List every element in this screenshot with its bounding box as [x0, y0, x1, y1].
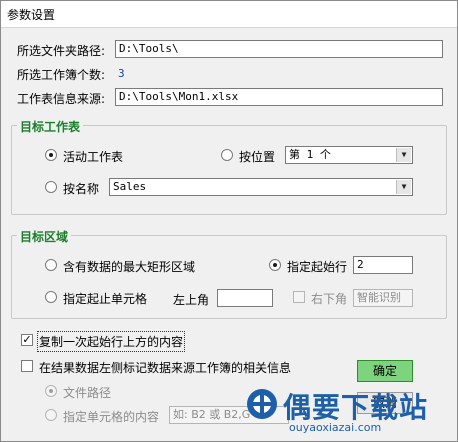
- mark-source-label: 在结果数据左侧标记数据来源工作簿的相关信息: [39, 361, 292, 375]
- cell-content-radio[interactable]: [45, 409, 57, 421]
- cell-content-label: 指定单元格的内容: [63, 410, 160, 424]
- by-position-radio[interactable]: [221, 149, 233, 161]
- position-select-value: 第 1 个: [289, 148, 331, 161]
- watermark-brand: 偶要下载站: [283, 391, 429, 424]
- chevron-down-icon: ▼: [396, 180, 411, 194]
- bottom-right-label: 右下角: [311, 292, 348, 306]
- range-radio[interactable]: [45, 291, 57, 303]
- target-sheet-group: [11, 125, 447, 215]
- copy-above-label: 复制一次起始行上方的内容: [36, 331, 186, 352]
- active-sheet-radio[interactable]: [45, 149, 57, 161]
- title-bar: 参数设置: [1, 1, 457, 28]
- top-left-label: 左上角: [173, 293, 210, 307]
- brand-logo-icon: [247, 389, 277, 419]
- copy-above-checkbox[interactable]: ✓: [21, 334, 33, 346]
- target-area-group-title: 目标区域: [17, 228, 72, 245]
- folder-path-field[interactable]: D:\Tools\: [115, 40, 443, 58]
- top-left-field[interactable]: [217, 289, 273, 307]
- active-sheet-label: 活动工作表: [63, 150, 124, 164]
- sheet-name-select-value: Sales: [113, 180, 147, 193]
- range-label: 指定起止单元格: [63, 292, 148, 306]
- by-name-radio[interactable]: [45, 181, 57, 193]
- bottom-right-checkbox[interactable]: [293, 291, 305, 303]
- by-position-label: 按位置: [239, 150, 276, 164]
- dialog-window: 参数设置 所选文件夹路径: D:\Tools\ 所选工作簿个数: 3 工作表信息…: [0, 0, 458, 442]
- window-title: 参数设置: [7, 8, 56, 22]
- mark-source-checkbox[interactable]: [21, 360, 33, 372]
- start-row-label: 指定起始行: [287, 260, 348, 274]
- position-select[interactable]: 第 1 个 ▼: [285, 146, 413, 164]
- ok-button[interactable]: 确定: [357, 360, 413, 382]
- workbook-count-label: 所选工作簿个数:: [17, 68, 106, 82]
- by-name-label: 按名称: [63, 182, 100, 196]
- watermark-url: ouyaoxiazai.com: [289, 421, 382, 434]
- max-rect-label: 含有数据的最大矩形区域: [63, 260, 196, 274]
- file-path-radio[interactable]: [45, 385, 57, 397]
- file-path-label: 文件路径: [63, 386, 112, 400]
- chevron-down-icon: ▼: [396, 148, 411, 162]
- sheet-source-field[interactable]: D:\Tools\Mon1.xlsx: [115, 88, 443, 106]
- max-rect-radio[interactable]: [45, 259, 57, 271]
- target-sheet-group-title: 目标工作表: [17, 118, 84, 135]
- workbook-count-value: 3: [118, 67, 125, 80]
- start-row-field[interactable]: 2: [353, 256, 413, 274]
- start-row-radio[interactable]: [269, 259, 281, 271]
- folder-path-label: 所选文件夹路径:: [17, 44, 106, 58]
- smart-detect-field[interactable]: 智能识别: [353, 289, 413, 307]
- sheet-source-label: 工作表信息来源:: [17, 92, 106, 106]
- sheet-name-select[interactable]: Sales ▼: [109, 178, 413, 196]
